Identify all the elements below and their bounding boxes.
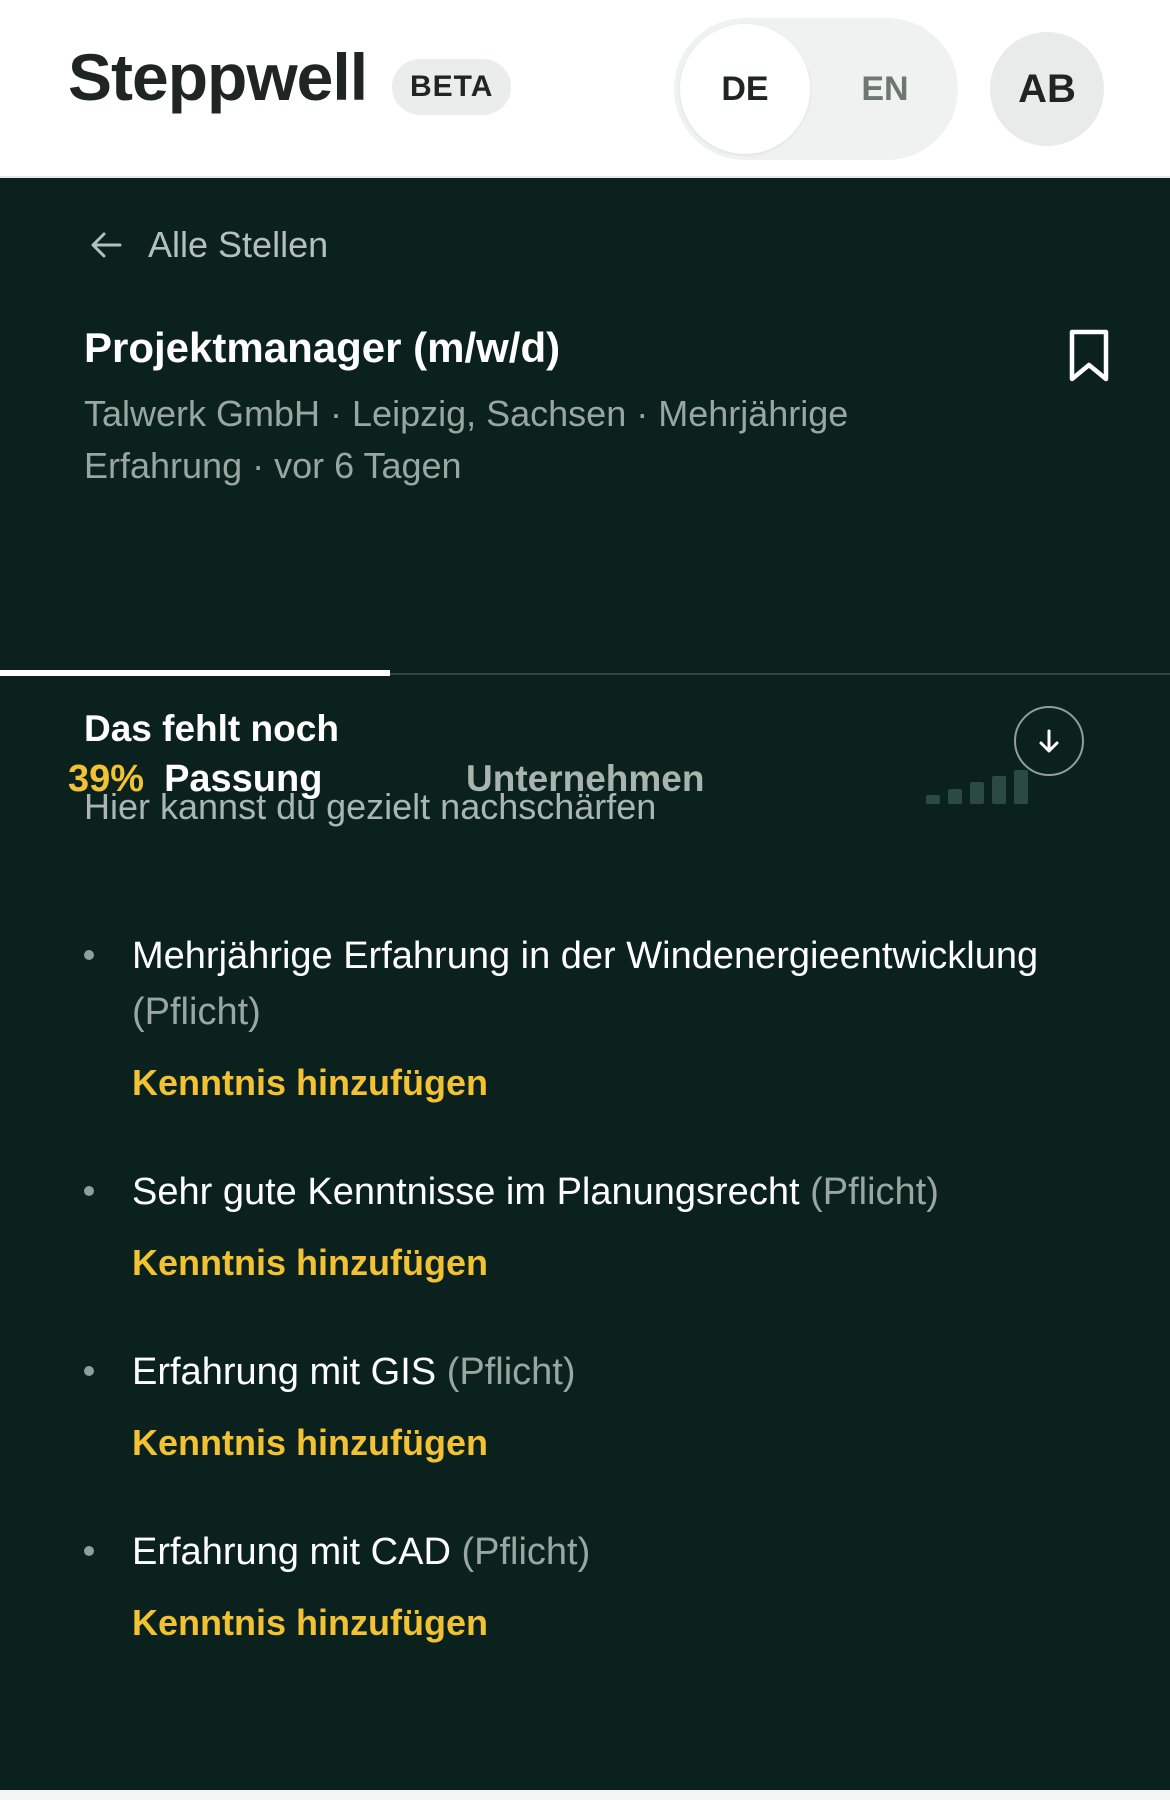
bookmark-icon[interactable] <box>1066 328 1112 384</box>
requirement-label: Erfahrung mit GIS <box>132 1351 437 1393</box>
add-skill-link[interactable]: Kenntnis hinzufügen <box>132 1062 488 1104</box>
job-detail-panel: Alle Stellen Projektmanager (m/w/d) Talw… <box>0 178 1170 1790</box>
bottom-strip <box>0 1790 1170 1800</box>
list-item: Erfahrung mit CAD (Pflicht) Kenntnis hin… <box>0 1524 1170 1704</box>
requirement-text: Erfahrung mit CAD (Pflicht) <box>132 1524 1050 1580</box>
arrow-left-icon <box>91 232 122 258</box>
requirement-text: Mehrjährige Erfahrung in der Windenergie… <box>132 928 1050 1040</box>
back-link[interactable]: Alle Stellen <box>86 220 328 270</box>
section-subtitle: Hier kannst du gezielt nachschärfen <box>84 786 657 827</box>
requirement-tag: (Pflicht) <box>461 1531 591 1573</box>
bullet <box>84 950 94 960</box>
arrow-down-icon <box>1039 729 1059 753</box>
add-skill-link[interactable]: Kenntnis hinzufügen <box>132 1422 488 1464</box>
requirement-text: Erfahrung mit GIS (Pflicht) <box>132 1344 1050 1400</box>
add-skill-link[interactable]: Kenntnis hinzufügen <box>132 1602 488 1644</box>
bullet <box>84 1186 94 1196</box>
requirement-tag: (Pflicht) <box>132 991 261 1033</box>
section-title: Das fehlt noch <box>84 708 339 749</box>
job-meta: Talwerk GmbH · Leipzig, Sachsen · Mehrjä… <box>84 393 849 486</box>
collapse-button[interactable] <box>1014 706 1084 776</box>
signal-bar-2 <box>948 789 962 804</box>
logo[interactable]: Steppwell <box>68 44 368 110</box>
requirement-label: Erfahrung mit CAD <box>132 1531 451 1573</box>
signal-bar-3 <box>970 782 984 804</box>
tab-active-indicator <box>0 670 390 676</box>
signal-bar-1 <box>926 795 940 804</box>
bullet <box>84 1546 94 1556</box>
signal-bar-4 <box>992 776 1006 804</box>
language-toggle[interactable]: DE EN <box>674 18 958 160</box>
requirement-tag: (Pflicht) <box>446 1351 576 1393</box>
list-item: Sehr gute Kenntnisse im Planungsrecht (P… <box>0 1164 1170 1344</box>
list-item: Erfahrung mit GIS (Pflicht) Kenntnis hin… <box>0 1344 1170 1524</box>
signal-strength-icon <box>926 770 1028 804</box>
language-option-de[interactable]: DE <box>680 24 810 154</box>
back-link-label: Alle Stellen <box>148 224 329 265</box>
requirement-label: Sehr gute Kenntnisse im Planungsrecht <box>132 1171 800 1213</box>
add-skill-link[interactable]: Kenntnis hinzufügen <box>132 1242 488 1284</box>
signal-bar-5 <box>1014 770 1028 804</box>
requirements-list: Mehrjährige Erfahrung in der Windenergie… <box>0 928 1170 1704</box>
app-header: Steppwell BETA DE EN AB <box>0 0 1170 178</box>
list-item: Mehrjährige Erfahrung in der Windenergie… <box>0 928 1170 1164</box>
job-title: Projektmanager (m/w/d) <box>84 324 561 371</box>
avatar[interactable]: AB <box>990 32 1104 146</box>
bullet <box>84 1366 94 1376</box>
requirement-label: Mehrjährige Erfahrung in der Windenergie… <box>132 935 1039 977</box>
requirement-text: Sehr gute Kenntnisse im Planungsrecht (P… <box>132 1164 1050 1220</box>
beta-badge: BETA <box>392 59 512 115</box>
language-option-en[interactable]: EN <box>820 24 950 154</box>
requirement-tag: (Pflicht) <box>810 1171 939 1213</box>
